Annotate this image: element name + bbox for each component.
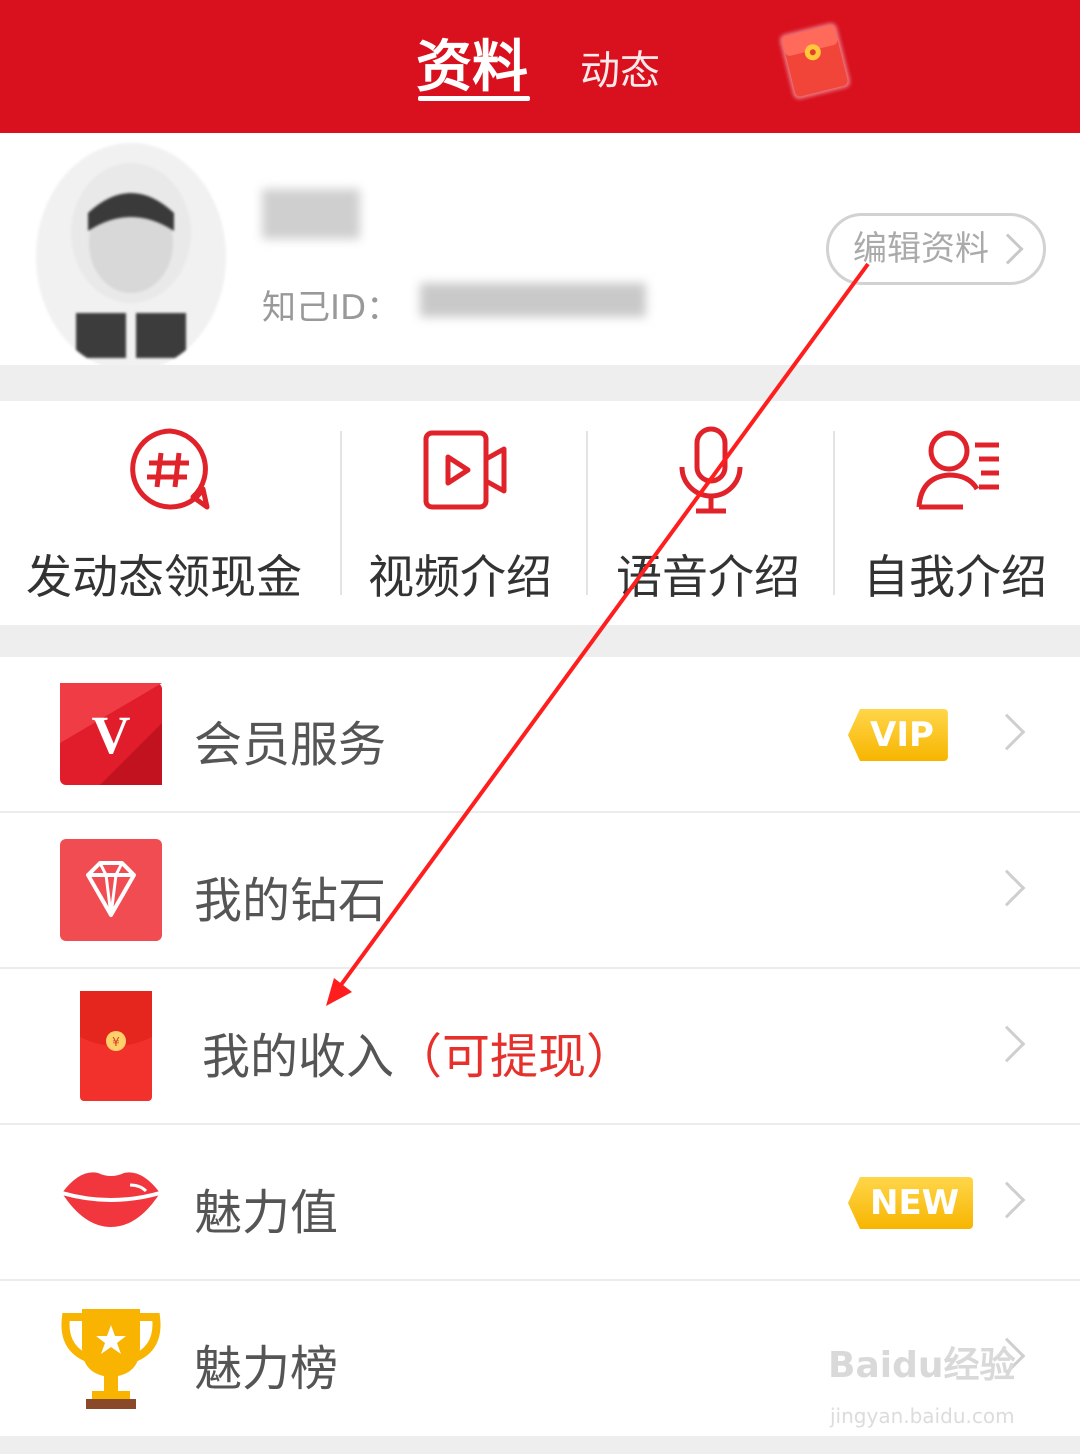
- watermark-url: jingyan.baidu.com: [830, 1404, 1015, 1428]
- chevron-right-icon: [988, 1181, 1026, 1219]
- chevron-right-icon: [988, 1025, 1026, 1063]
- nickname-blurred: [262, 189, 360, 239]
- action-self-intro[interactable]: 自我介绍: [835, 401, 1080, 625]
- action-label: 自我介绍: [863, 550, 1047, 604]
- tab-moments[interactable]: 动态: [580, 38, 660, 96]
- income-withdrawable-note: （可提现）: [394, 1029, 635, 1085]
- menu-item-membership[interactable]: V 会员服务 VIP: [0, 657, 1080, 813]
- avatar[interactable]: [36, 143, 226, 371]
- quick-actions: 发动态领现金 视频介绍 语音介绍 自我介绍: [0, 401, 1080, 625]
- red-envelope-icon: ¥: [80, 991, 152, 1103]
- svg-text:V: V: [92, 705, 131, 765]
- vip-badge: VIP: [848, 709, 948, 761]
- action-post-moment[interactable]: 发动态领现金: [0, 401, 340, 625]
- chevron-right-icon: [988, 713, 1026, 751]
- vip-v-icon: V: [60, 683, 162, 785]
- menu-item-label: 会员服务: [194, 717, 387, 773]
- menu-item-charm-value[interactable]: 魅力值 NEW: [0, 1125, 1080, 1281]
- menu-item-income[interactable]: ¥ 我的收入（可提现）: [0, 969, 1080, 1125]
- menu-item-label: 我的收入（可提现）: [202, 1017, 634, 1087]
- action-video-intro[interactable]: 视频介绍: [342, 401, 586, 625]
- red-envelope-icon[interactable]: [774, 17, 856, 105]
- edit-profile-label: 编辑资料: [853, 229, 989, 269]
- action-label: 视频介绍: [368, 550, 552, 604]
- trophy-icon: [60, 1303, 162, 1413]
- top-bar: 资料 动态: [0, 0, 1080, 133]
- action-label: 语音介绍: [616, 550, 800, 604]
- section-divider: [0, 625, 1080, 657]
- menu-item-label: 魅力榜: [194, 1341, 339, 1397]
- new-badge: NEW: [848, 1177, 974, 1229]
- menu-item-label: 魅力值: [194, 1185, 339, 1241]
- baidu-jingyan-watermark: Baidu经验: [828, 1345, 1016, 1386]
- hashtag-bubble-icon: [125, 425, 215, 515]
- action-label: 发动态领现金: [26, 550, 302, 604]
- action-voice-intro[interactable]: 语音介绍: [588, 401, 833, 625]
- svg-text:¥: ¥: [112, 1035, 120, 1049]
- active-tab-indicator: [418, 96, 530, 101]
- section-divider: [0, 1436, 1080, 1454]
- menu-item-diamonds[interactable]: 我的钻石: [0, 813, 1080, 969]
- chevron-right-icon: [992, 233, 1024, 265]
- lips-icon: [60, 1161, 162, 1231]
- tab-profile[interactable]: 资料: [416, 22, 528, 103]
- user-id-value-blurred: [420, 283, 646, 317]
- diamond-icon: [60, 839, 162, 941]
- section-divider: [0, 365, 1080, 401]
- user-list-icon: [915, 425, 1005, 515]
- profile-card: 知己ID： 编辑资料: [0, 133, 1080, 371]
- edit-profile-button[interactable]: 编辑资料: [826, 213, 1046, 285]
- user-id-label: 知己ID：: [262, 288, 401, 328]
- chevron-right-icon: [988, 869, 1026, 907]
- video-camera-icon: [420, 425, 510, 515]
- menu-item-label: 我的钻石: [194, 873, 387, 929]
- income-label: 我的收入: [202, 1029, 395, 1085]
- microphone-icon: [666, 425, 756, 515]
